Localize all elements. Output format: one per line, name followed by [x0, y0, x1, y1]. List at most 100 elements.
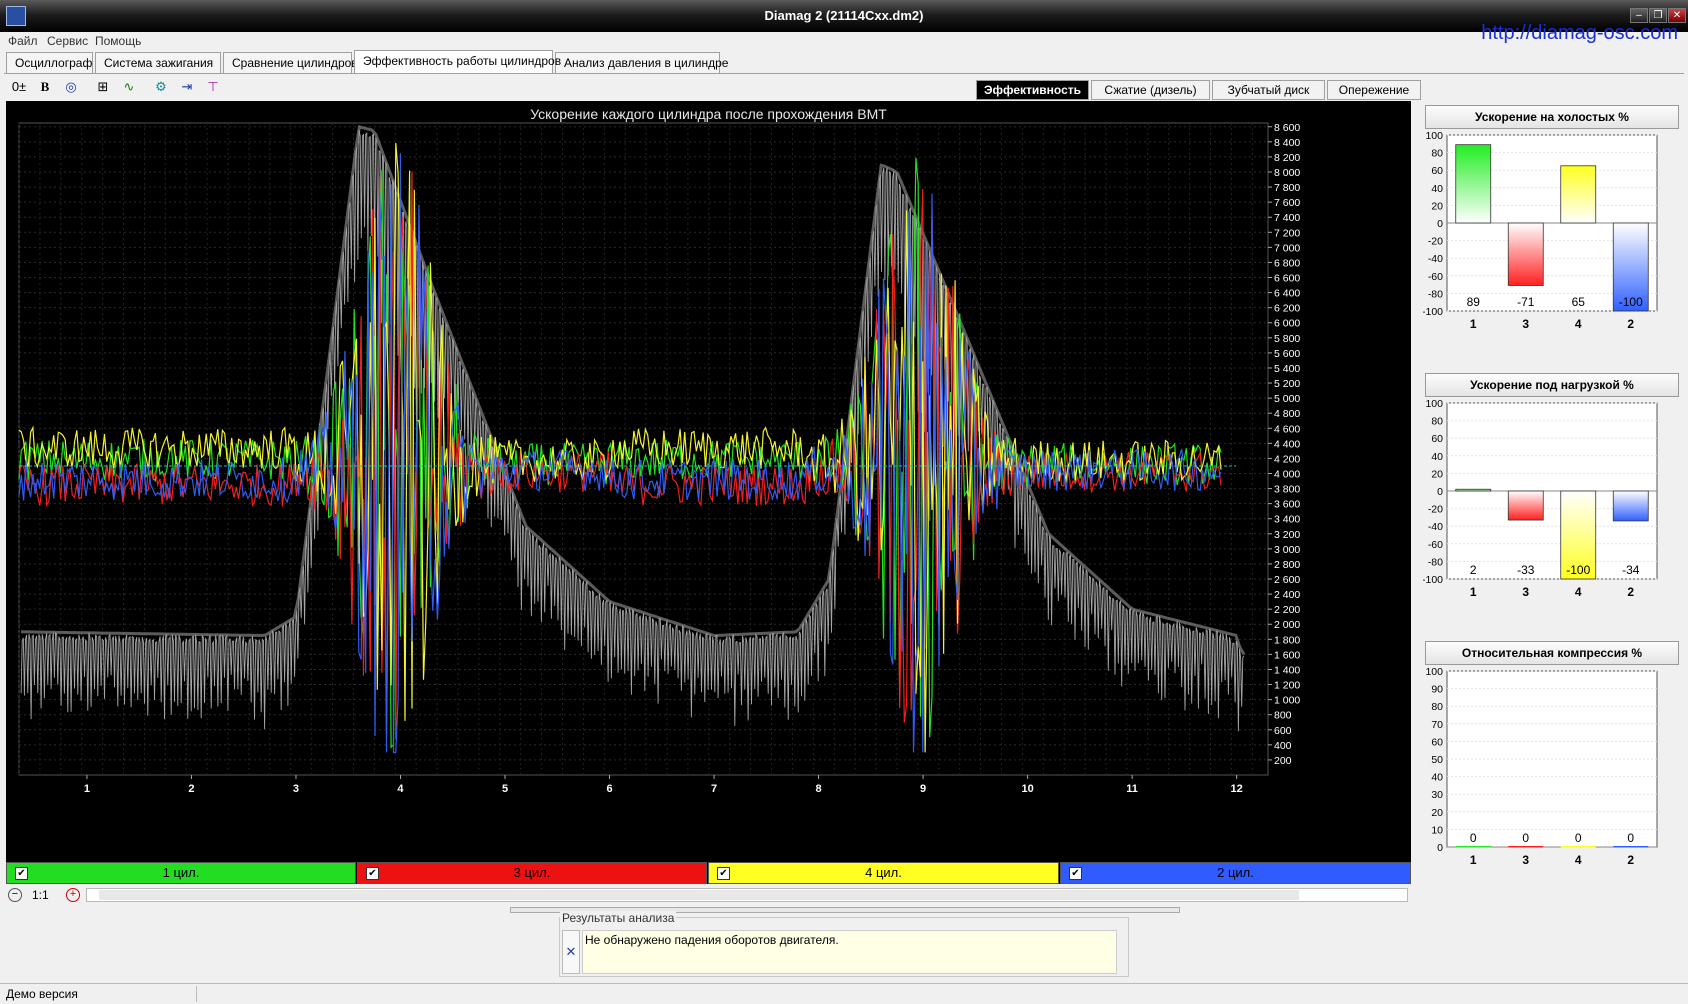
y-tick-label: 6 200	[1274, 303, 1300, 315]
y-tick-label: 8 600	[1274, 122, 1300, 134]
rpm-icon[interactable]: ◎	[60, 76, 82, 98]
legend-cyl-3[interactable]: ✔ 3 цил.	[357, 862, 707, 884]
bar-value-label: -100	[1566, 563, 1590, 577]
y-tick-label: 1 400	[1274, 664, 1300, 676]
tab-ignition[interactable]: Система зажигания	[95, 52, 221, 73]
chart-y-tick-label: 0	[1437, 218, 1443, 230]
chart-y-tick-label: -100	[1423, 574, 1443, 586]
chart-y-tick-label: 20	[1431, 200, 1443, 212]
y-tick-label: 4 200	[1274, 453, 1300, 465]
close-icon[interactable]: ✕	[562, 930, 580, 974]
bar-value-label: -34	[1622, 563, 1640, 577]
bar-category-label: 2	[1627, 853, 1634, 867]
chart-y-tick-label: 90	[1431, 684, 1443, 696]
chart-y-tick-label: -60	[1428, 539, 1443, 551]
legend-checkbox-1[interactable]: ✔	[15, 867, 28, 880]
x-tick-label: 2	[188, 783, 194, 795]
y-tick-label: 1 000	[1274, 695, 1300, 707]
y-tick-label: 5 400	[1274, 363, 1300, 375]
legend-checkbox-3[interactable]: ✔	[366, 867, 379, 880]
y-tick-label: 2 000	[1274, 619, 1300, 631]
bar-value-label: 0	[1522, 831, 1529, 845]
chart-y-tick-label: 100	[1425, 131, 1443, 142]
horizontal-scrollbar[interactable]	[86, 888, 1408, 902]
y-tick-label: 6 600	[1274, 273, 1300, 285]
bold-icon[interactable]: B	[34, 76, 56, 98]
y-tick-label: 3 000	[1274, 544, 1300, 556]
tab-oscilloscope[interactable]: Осциллограф	[6, 52, 93, 73]
window-title: Diamag 2 (21114Cxx.dm2)	[764, 8, 924, 23]
menu-file[interactable]: Файл	[8, 34, 38, 48]
chart-y-tick-label: -80	[1428, 556, 1443, 568]
y-tick-label: 1 200	[1274, 680, 1300, 692]
bar-value-label: -100	[1619, 295, 1643, 309]
y-tick-label: 3 600	[1274, 499, 1300, 511]
tab-pressure-analysis[interactable]: Анализ давления в цилиндре	[555, 52, 728, 73]
y-tick-label: 5 600	[1274, 348, 1300, 360]
legend-checkbox-4[interactable]: ✔	[717, 867, 730, 880]
cursor-right-icon[interactable]: ⇥	[176, 76, 198, 98]
x-tick-label: 9	[920, 783, 926, 795]
chart-y-tick-label: 0	[1437, 486, 1443, 498]
menu-help[interactable]: Помощь	[95, 34, 141, 48]
chart-y-tick-label: 10	[1431, 824, 1443, 836]
chart-y-tick-label: 20	[1431, 468, 1443, 480]
minimize-button[interactable]: –	[1630, 8, 1648, 23]
legend-cyl-1[interactable]: ✔ 1 цил.	[6, 862, 356, 884]
bar-category-label: 1	[1470, 317, 1477, 331]
bar-category-label: 3	[1522, 317, 1529, 331]
scope-icon[interactable]: ⚙	[150, 76, 172, 98]
zoom-in-button[interactable]: +	[66, 888, 80, 902]
chart-y-tick-label: -40	[1428, 521, 1443, 533]
chart-y-tick-label: -20	[1428, 504, 1443, 516]
chart-y-tick-label: -80	[1428, 288, 1443, 300]
plot-title: Ускорение каждого цилиндра после прохожд…	[530, 106, 887, 122]
marker-icon[interactable]: ⊞	[92, 76, 114, 98]
cursor-icon[interactable]: ⊤	[202, 76, 224, 98]
x-tick-label: 3	[293, 783, 299, 795]
y-tick-label: 600	[1274, 725, 1292, 737]
y-tick-label: 8 400	[1274, 137, 1300, 149]
compression-chart: 100908070605040302010001030402	[1423, 667, 1681, 902]
offset-icon[interactable]: 0±	[8, 76, 30, 98]
acceleration-plot[interactable]: 200 400 600 800 1 000 1 200 1 400 1 600 1 800 2 0…	[6, 101, 1411, 884]
load-accel-chart: 100 80 60 40 20 0 -20 -40 -60 -80 -100 2 1 -33 3 -100 4 -…	[1423, 399, 1681, 634]
website-link[interactable]: http://diamag-osc.com	[1481, 22, 1678, 45]
scrollbar-thumb[interactable]	[99, 890, 1299, 900]
legend-cyl-2[interactable]: ✔ 2 цил.	[1060, 862, 1411, 884]
legend-checkbox-2[interactable]: ✔	[1069, 867, 1082, 880]
tab-cylinder-compare[interactable]: Сравнение цилиндров	[223, 52, 358, 73]
subtab-compression-diesel[interactable]: Сжатие (дизель)	[1091, 80, 1210, 100]
subtab-efficiency[interactable]: Эффективность	[976, 80, 1089, 100]
subtab-toothed-disk[interactable]: Зубчатый диск	[1212, 80, 1325, 100]
maximize-button[interactable]: ❐	[1649, 8, 1667, 23]
y-tick-label: 1 600	[1274, 649, 1300, 661]
chart-y-tick-label: 0	[1437, 842, 1443, 854]
y-tick-label: 2 200	[1274, 604, 1300, 616]
chart-y-tick-label: 20	[1431, 807, 1443, 819]
x-tick-label: 5	[502, 783, 508, 795]
chart-y-tick-label: 80	[1431, 148, 1443, 160]
results-text: Не обнаружено падения оборотов двигателя…	[582, 930, 1117, 974]
legend-label-2: 2 цил.	[1217, 865, 1254, 880]
bar-category-label: 1	[1470, 853, 1477, 867]
analysis-results: Результаты анализа ✕ Не обнаружено паден…	[559, 911, 1129, 977]
tab-underline	[4, 73, 1684, 74]
bar-value-label: 65	[1572, 295, 1586, 309]
chart-y-tick-label: 40	[1431, 772, 1443, 784]
bar-value-label: 0	[1627, 831, 1634, 845]
close-button[interactable]: ✕	[1668, 8, 1686, 23]
subtab-advance[interactable]: Опережение	[1327, 80, 1421, 100]
legend-cyl-4[interactable]: ✔ 4 цил.	[708, 862, 1059, 884]
curve-icon[interactable]: ∿	[118, 76, 140, 98]
plot-canvas[interactable]: 200 400 600 800 1 000 1 200 1 400 1 600 1 800 2 0…	[6, 101, 1411, 861]
bar-category-label: 2	[1627, 317, 1634, 331]
zoom-out-button[interactable]: −	[8, 888, 22, 902]
tab-cylinder-efficiency[interactable]: Эффективность работы цилиндров	[354, 50, 561, 73]
idle-accel-title: Ускорение на холостых %	[1425, 105, 1679, 129]
bar-category-label: 1	[1470, 585, 1477, 599]
menu-service[interactable]: Сервис	[47, 34, 88, 48]
y-tick-label: 4 000	[1274, 468, 1300, 480]
bar-cyl-1	[1455, 488, 1492, 492]
y-tick-label: 5 000	[1274, 393, 1300, 405]
